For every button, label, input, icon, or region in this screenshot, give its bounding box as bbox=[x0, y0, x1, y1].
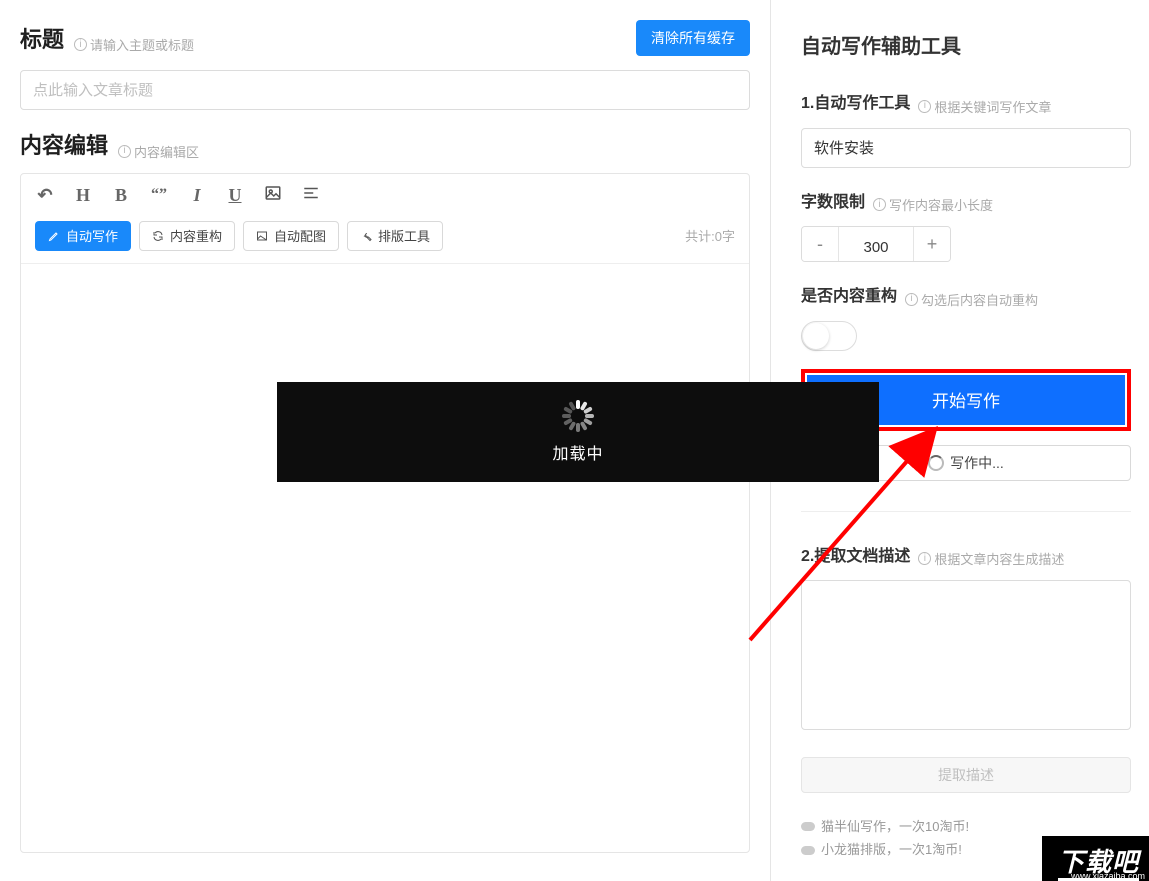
info-icon: i bbox=[118, 145, 131, 158]
picture-icon bbox=[256, 230, 268, 242]
content-heading: 内容编辑 bbox=[20, 128, 108, 160]
image-icon[interactable] bbox=[263, 184, 283, 207]
info-icon: i bbox=[873, 198, 886, 211]
wordlimit-hint: i 写作内容最小长度 bbox=[873, 195, 993, 214]
heading-icon[interactable]: H bbox=[73, 185, 93, 206]
stepper-plus-button[interactable]: + bbox=[914, 227, 950, 261]
cloud-icon bbox=[801, 846, 815, 855]
wordlimit-input[interactable] bbox=[839, 227, 913, 262]
restructure-button[interactable]: 内容重构 bbox=[139, 221, 235, 251]
quote-icon[interactable]: “” bbox=[149, 186, 169, 204]
align-icon[interactable] bbox=[301, 184, 321, 207]
auto-image-button[interactable]: 自动配图 bbox=[243, 221, 339, 251]
info-icon: i bbox=[918, 552, 931, 565]
bold-icon[interactable]: B bbox=[111, 185, 131, 206]
article-title-input[interactable] bbox=[20, 70, 750, 110]
refresh-icon bbox=[152, 230, 164, 242]
info-icon: i bbox=[918, 100, 931, 113]
underline-icon[interactable]: U bbox=[225, 185, 245, 206]
section1-hint: i 根据关键词写作文章 bbox=[918, 97, 1051, 116]
title-hint: i 请输入主题或标题 bbox=[74, 35, 194, 54]
extract-description-button[interactable]: 提取描述 bbox=[801, 757, 1131, 793]
editor-container: ↶ H B “” I U 自动写作 bbox=[20, 173, 750, 853]
wordlimit-label: 字数限制 bbox=[801, 188, 865, 212]
info-icon: i bbox=[74, 38, 87, 51]
italic-icon[interactable]: I bbox=[187, 185, 207, 206]
restructure-toggle-label: 是否内容重构 bbox=[801, 282, 897, 306]
loading-spinner-icon bbox=[562, 400, 594, 432]
section2-hint: i 根据文章内容生成描述 bbox=[918, 549, 1064, 568]
undo-icon[interactable]: ↶ bbox=[35, 185, 55, 206]
layout-tool-button[interactable]: 排版工具 bbox=[347, 221, 443, 251]
wordlimit-stepper[interactable]: - + bbox=[801, 226, 951, 262]
section1-label: 1.自动写作工具 bbox=[801, 89, 910, 113]
loading-overlay: 加载中 bbox=[277, 382, 879, 482]
keyword-input[interactable] bbox=[801, 128, 1131, 168]
editor-content-area[interactable] bbox=[21, 264, 749, 852]
description-textarea[interactable] bbox=[801, 580, 1131, 730]
clear-cache-button[interactable]: 清除所有缓存 bbox=[636, 20, 750, 56]
section-divider bbox=[801, 511, 1131, 512]
section2-label: 2.提取文档描述 bbox=[801, 542, 910, 566]
side-panel-title: 自动写作辅助工具 bbox=[801, 30, 1131, 59]
watermark-url: www.xiazaiba.com bbox=[1071, 871, 1145, 881]
title-heading: 标题 bbox=[20, 22, 64, 54]
pencil-icon bbox=[48, 230, 60, 242]
auto-write-button[interactable]: 自动写作 bbox=[35, 221, 131, 251]
cloud-icon bbox=[801, 822, 815, 831]
spinner-icon bbox=[928, 455, 944, 471]
content-hint: i 内容编辑区 bbox=[118, 142, 199, 161]
restructure-toggle[interactable] bbox=[801, 321, 857, 351]
restructure-toggle-hint: i 勾选后内容自动重构 bbox=[905, 290, 1038, 309]
word-count: 共计:0字 bbox=[685, 226, 735, 245]
editor-format-toolbar: ↶ H B “” I U bbox=[21, 174, 749, 217]
stepper-minus-button[interactable]: - bbox=[802, 227, 838, 261]
loading-text: 加载中 bbox=[552, 440, 603, 464]
info-icon: i bbox=[905, 293, 918, 306]
wrench-icon bbox=[360, 230, 372, 242]
